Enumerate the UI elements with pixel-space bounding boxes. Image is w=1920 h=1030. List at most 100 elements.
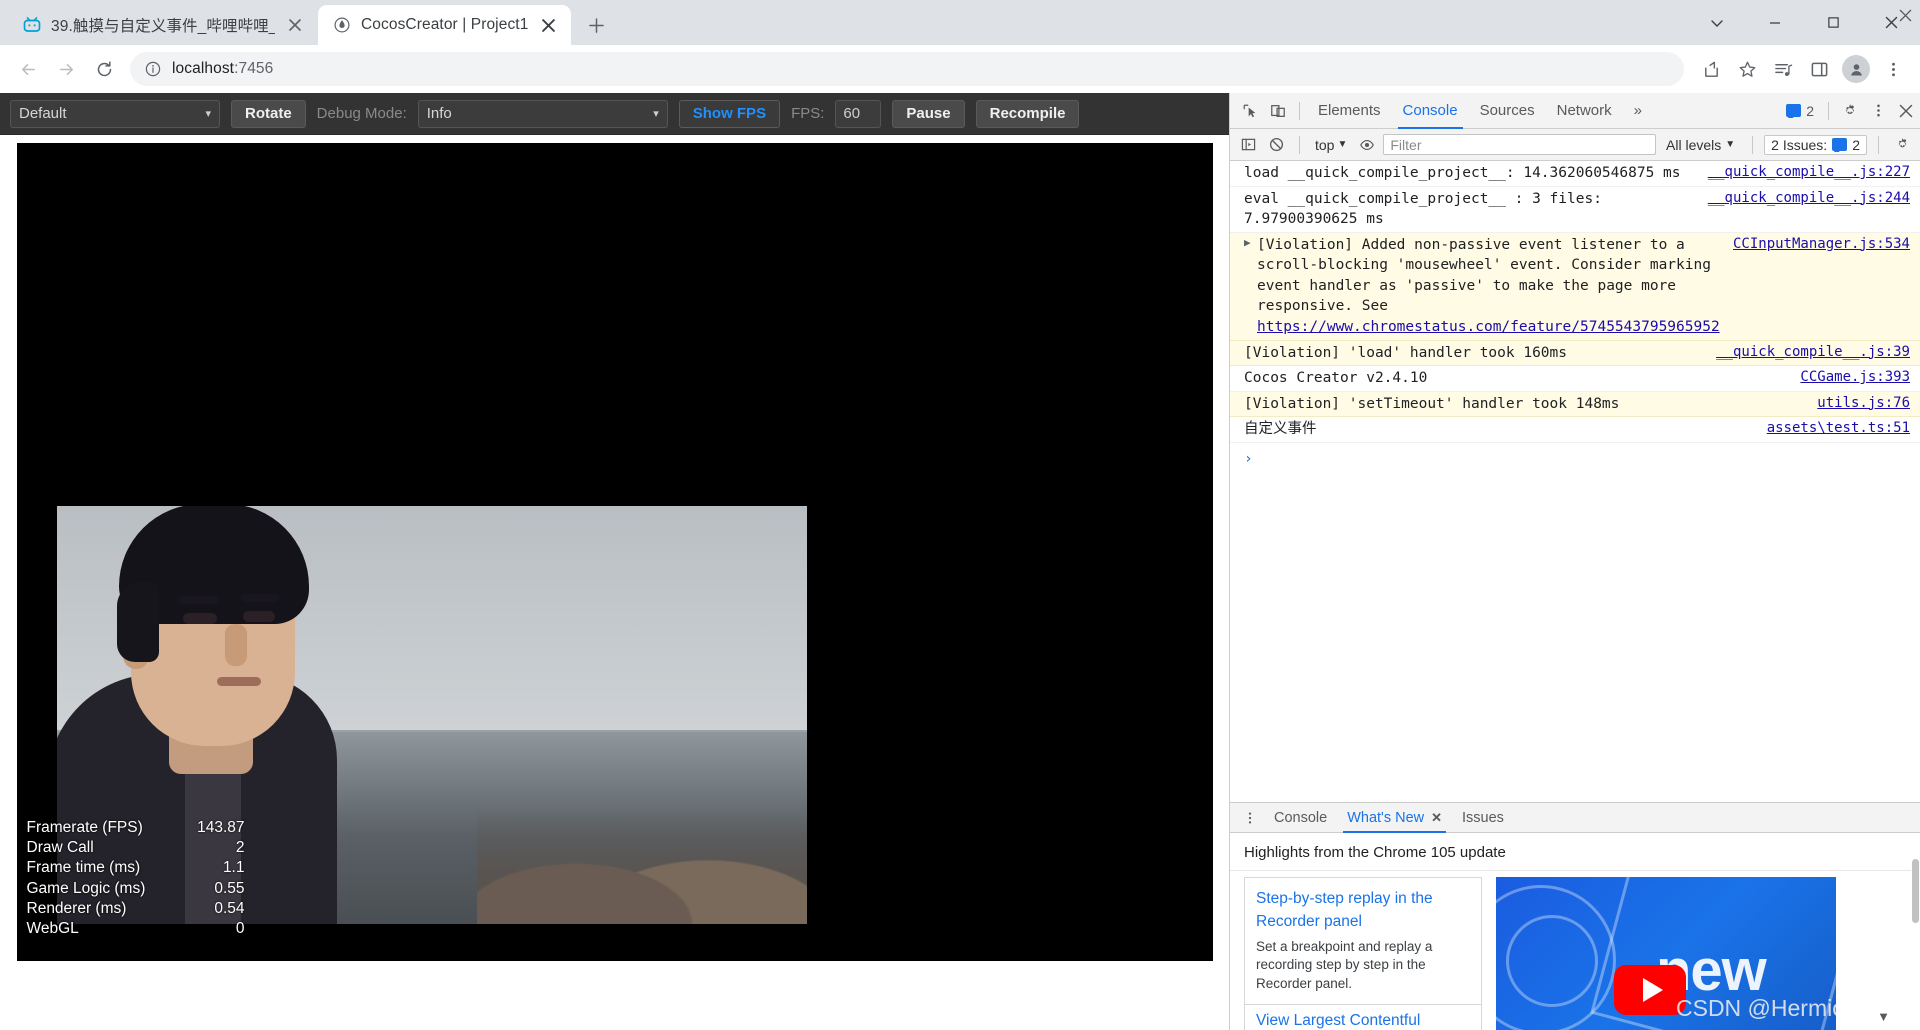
page-content: Default ▾ Rotate Debug Mode: Info ▾ Show…	[0, 9, 1920, 1030]
console-log-source[interactable]: __quick_compile__.js:244	[1708, 189, 1916, 209]
devtools-close-icon[interactable]	[1892, 97, 1920, 125]
console-log-row-violation[interactable]: ▶ [Violation] Added non-passive event li…	[1230, 232, 1920, 341]
console-sidebar-icon[interactable]	[1236, 133, 1260, 157]
whats-new-card-title[interactable]: View Largest Contentful	[1256, 1012, 1470, 1030]
expand-triangle-icon[interactable]: ▶	[1244, 235, 1255, 252]
tab-console[interactable]: Console	[1392, 93, 1469, 129]
new-tab-button[interactable]	[579, 8, 613, 42]
divider	[1878, 135, 1879, 154]
console-log-message: [Violation] 'setTimeout' handler took 14…	[1244, 395, 1620, 412]
forward-arrow-icon[interactable]	[48, 51, 84, 87]
console-log-source[interactable]: assets\test.ts:51	[1767, 419, 1916, 439]
photo-rocks	[476, 804, 807, 924]
console-log-message: eval __quick_compile_project__ : 3 files…	[1244, 190, 1602, 228]
stat-value: 0.54	[214, 899, 245, 917]
bookmark-star-icon[interactable]	[1730, 52, 1764, 86]
chevron-down-icon: ▾	[653, 108, 659, 120]
console-log-source[interactable]: utils.js:76	[1817, 394, 1916, 414]
show-fps-button[interactable]: Show FPS	[678, 99, 781, 128]
console-log-row-violation[interactable]: [Violation] 'load' handler took 160ms __…	[1230, 340, 1920, 367]
game-canvas-wrapper: Framerate (FPS) 143.87 Draw Call 2 Frame…	[0, 135, 1229, 1030]
reading-list-icon[interactable]	[1766, 52, 1800, 86]
console-log-source[interactable]: CCGame.js:393	[1800, 368, 1916, 388]
whats-new-body[interactable]: Highlights from the Chrome 105 update St…	[1230, 833, 1920, 1030]
prompt-chevron-icon: ›	[1244, 450, 1253, 467]
inspect-element-icon[interactable]	[1236, 97, 1264, 125]
back-arrow-icon[interactable]	[10, 51, 46, 87]
fps-input[interactable]: 60	[835, 99, 882, 128]
share-icon[interactable]	[1694, 52, 1728, 86]
chevron-down-icon: ▼	[1725, 139, 1736, 150]
scene-select[interactable]: Default ▾	[10, 99, 220, 128]
console-filter-input[interactable]: Filter	[1383, 134, 1657, 155]
tab-elements[interactable]: Elements	[1307, 93, 1392, 129]
drawer-tab-close-icon[interactable]: ✕	[1431, 810, 1442, 826]
tab-close-icon[interactable]	[284, 14, 306, 36]
console-log-row[interactable]: eval __quick_compile_project__ : 3 files…	[1230, 187, 1920, 233]
drawer-kebab-menu-icon[interactable]	[1236, 804, 1264, 832]
tab-search-chevron-down-icon[interactable]	[1688, 0, 1746, 45]
console-log-row[interactable]: Cocos Creator v2.4.10 CCGame.js:393	[1230, 366, 1920, 392]
profile-avatar-icon[interactable]	[1842, 55, 1870, 83]
more-tabs-icon[interactable]: »	[1623, 93, 1653, 129]
debug-mode-select[interactable]: Info ▾	[417, 99, 668, 128]
whats-new-card[interactable]: Step-by-step replay in the Recorder pane…	[1244, 877, 1482, 1006]
issues-button[interactable]: 2 Issues: 2	[1764, 134, 1867, 155]
console-settings-gear-icon[interactable]	[1890, 133, 1914, 157]
chevron-down-icon: ▼	[1337, 139, 1348, 150]
whats-new-card-title[interactable]: Step-by-step replay in the Recorder pane…	[1256, 887, 1470, 934]
chrome-browser-window: 39.触摸与自定义事件_哔哩哔哩_ CocosCreator | Project…	[0, 0, 1920, 1030]
console-log-row-violation[interactable]: [Violation] 'setTimeout' handler took 14…	[1230, 391, 1920, 418]
chrome-menu-icon[interactable]	[1876, 52, 1910, 86]
tab-close-icon[interactable]	[537, 14, 559, 36]
message-bubble-icon	[1786, 104, 1802, 117]
address-bar[interactable]: localhost:7456	[130, 52, 1684, 86]
tab-strip: 39.触摸与自定义事件_哔哩哔哩_ CocosCreator | Project…	[0, 0, 1920, 45]
whats-new-media[interactable]: new CSDN @Hermioneee_ ▼	[1496, 877, 1906, 1030]
device-toolbar-icon[interactable]	[1264, 97, 1292, 125]
stat-row: Frame time (ms) 1.1	[27, 858, 245, 878]
issues-badge[interactable]: 2	[1779, 100, 1821, 122]
address-bar-text: localhost:7456	[172, 60, 274, 77]
console-log-message: [Violation] Added non-passive event list…	[1257, 236, 1720, 336]
whats-new-card[interactable]: View Largest Contentful	[1244, 1005, 1482, 1030]
live-expression-icon[interactable]	[1355, 133, 1379, 157]
drawer-scrollbar[interactable]	[1911, 833, 1920, 1030]
stat-value: 0.55	[214, 879, 245, 897]
drawer-tab-console[interactable]: Console	[1264, 803, 1337, 833]
side-panel-icon[interactable]	[1802, 52, 1836, 86]
clear-console-icon[interactable]	[1264, 133, 1288, 157]
console-log-row[interactable]: load __quick_compile_project__: 14.36206…	[1230, 161, 1920, 187]
browser-tab-bilibili[interactable]: 39.触摸与自定义事件_哔哩哔哩_	[8, 5, 318, 45]
chevron-down-icon: ▼	[1877, 1009, 1890, 1025]
browser-tab-title: 39.触摸与自定义事件_哔哩哔哩_	[51, 18, 275, 35]
rotate-button[interactable]: Rotate	[231, 99, 306, 128]
recompile-button[interactable]: Recompile	[975, 99, 1080, 128]
gear-icon[interactable]	[1836, 97, 1864, 125]
console-log-source[interactable]: __quick_compile__.js:39	[1716, 343, 1916, 363]
tab-network[interactable]: Network	[1546, 93, 1623, 129]
drawer-close-icon[interactable]	[1890, 0, 1920, 30]
browser-tab-cocoscreator[interactable]: CocosCreator | Project1	[318, 5, 572, 45]
console-input-prompt[interactable]: ›	[1230, 443, 1920, 476]
log-level-select[interactable]: All levels ▼	[1660, 137, 1741, 153]
pause-button[interactable]: Pause	[892, 99, 965, 128]
reload-icon[interactable]	[86, 51, 122, 87]
console-log-link[interactable]: https://www.chromestatus.com/feature/574…	[1257, 319, 1720, 335]
kebab-menu-icon[interactable]	[1864, 97, 1892, 125]
drawer-tab-whats-new[interactable]: What's New ✕	[1337, 803, 1452, 833]
tab-sources[interactable]: Sources	[1469, 93, 1546, 129]
whats-new-heading: Highlights from the Chrome 105 update	[1230, 833, 1920, 871]
execution-context-select[interactable]: top ▼	[1311, 137, 1351, 153]
console-log-row[interactable]: 自定义事件 assets\test.ts:51	[1230, 417, 1920, 443]
info-circle-icon[interactable]	[144, 61, 161, 78]
console-log-list[interactable]: load __quick_compile_project__: 14.36206…	[1230, 161, 1920, 802]
scene-select-value: Default	[19, 105, 67, 122]
cocos-toolbar: Default ▾ Rotate Debug Mode: Info ▾ Show…	[0, 93, 1229, 135]
window-maximize-button[interactable]	[1804, 0, 1862, 45]
console-log-source[interactable]: CCInputManager.js:534	[1733, 235, 1916, 255]
game-canvas[interactable]: Framerate (FPS) 143.87 Draw Call 2 Frame…	[16, 143, 1213, 961]
drawer-tab-issues[interactable]: Issues	[1452, 803, 1514, 833]
window-minimize-button[interactable]	[1746, 0, 1804, 45]
console-log-source[interactable]: __quick_compile__.js:227	[1708, 163, 1916, 183]
